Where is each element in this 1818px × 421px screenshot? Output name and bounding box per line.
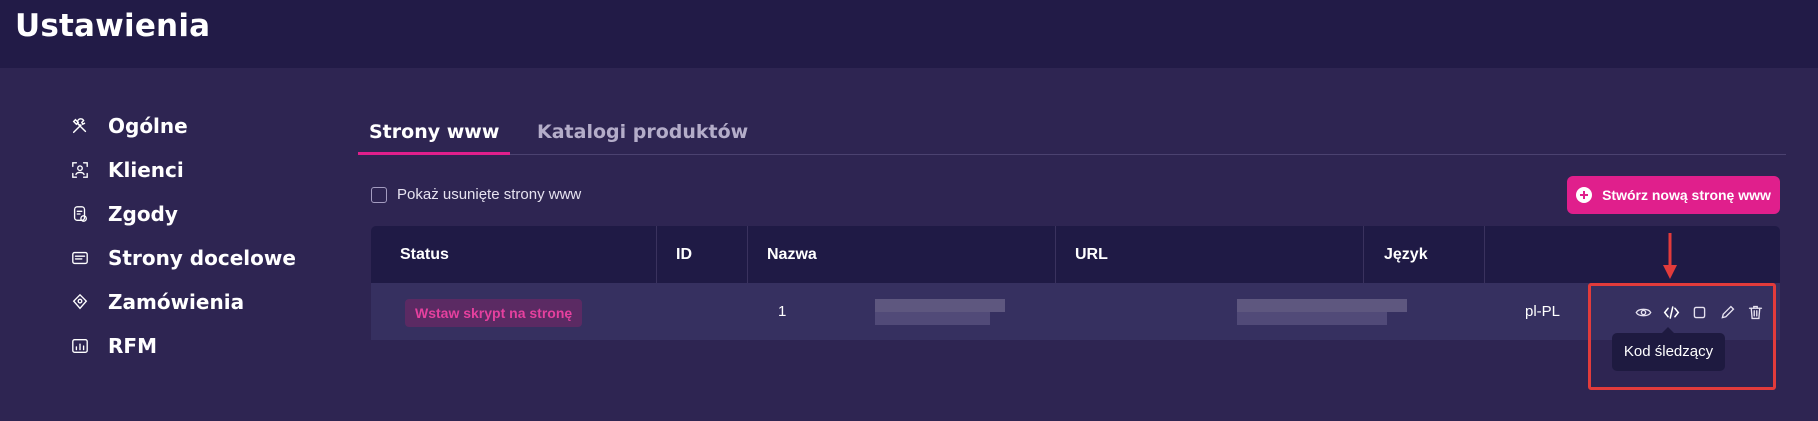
column-divider xyxy=(1363,226,1364,283)
column-header-url[interactable]: URL xyxy=(1075,226,1108,283)
show-deleted-row: Pokaż usunięte strony www xyxy=(371,186,581,203)
landing-page-icon xyxy=(70,248,90,268)
top-bar: Ustawienia xyxy=(0,0,1818,68)
sidebar-item-zgody[interactable]: Zgody xyxy=(70,196,300,232)
rfm-chart-icon xyxy=(70,336,90,356)
orders-icon xyxy=(70,292,90,312)
plus-circle-icon xyxy=(1576,187,1593,203)
status-badge[interactable]: Wstaw skrypt na stronę xyxy=(405,299,583,327)
tab-bar: Strony www Katalogi produktów xyxy=(358,112,1786,155)
redacted-url xyxy=(1237,299,1407,325)
table-row[interactable]: Wstaw skrypt na stronę 1 pl-PL xyxy=(371,283,1780,340)
row-id: 1 xyxy=(778,303,787,320)
user-frame-icon xyxy=(70,160,90,180)
tab-strony-www[interactable]: Strony www xyxy=(358,112,511,155)
sidebar-item-label: Klienci xyxy=(108,158,184,182)
page-title: Ustawienia xyxy=(15,8,211,44)
consent-icon xyxy=(70,204,90,224)
sidebar-item-rfm[interactable]: RFM xyxy=(70,328,300,364)
sidebar-item-label: Strony docelowe xyxy=(108,246,296,270)
create-website-button[interactable]: Stwórz nową stronę www xyxy=(1567,176,1780,214)
sidebar-item-strony-docelowe[interactable]: Strony docelowe xyxy=(70,240,300,276)
column-header-id[interactable]: ID xyxy=(676,226,692,283)
sidebar-item-klienci[interactable]: Klienci xyxy=(70,152,300,188)
annotation-highlight-box xyxy=(1588,283,1776,390)
redacted-name xyxy=(875,299,1005,325)
table-header: Status ID Nazwa URL Język xyxy=(371,226,1780,283)
annotation-arrow-icon xyxy=(1663,233,1677,279)
sidebar-item-zamowienia[interactable]: Zamówienia xyxy=(70,284,300,320)
sidebar-item-label: Ogólne xyxy=(108,114,188,138)
column-divider xyxy=(656,226,657,283)
sidebar-item-label: Zgody xyxy=(108,202,178,226)
row-language: pl-PL xyxy=(1525,303,1561,320)
show-deleted-label[interactable]: Pokaż usunięte strony www xyxy=(397,186,581,203)
tools-icon xyxy=(70,116,90,136)
tab-katalogi-produktow[interactable]: Katalogi produktów xyxy=(526,112,759,152)
column-header-jezyk[interactable]: Język xyxy=(1384,226,1428,283)
column-divider xyxy=(747,226,748,283)
sidebar-item-label: RFM xyxy=(108,334,157,358)
column-header-nazwa[interactable]: Nazwa xyxy=(767,226,817,283)
show-deleted-checkbox[interactable] xyxy=(371,186,387,203)
column-header-status[interactable]: Status xyxy=(400,226,449,283)
create-website-label: Stwórz nową stronę www xyxy=(1602,187,1771,203)
sidebar-item-ogolne[interactable]: Ogólne xyxy=(70,108,300,144)
column-divider xyxy=(1484,226,1485,283)
sidebar-item-label: Zamówienia xyxy=(108,290,245,314)
column-divider xyxy=(1055,226,1056,283)
